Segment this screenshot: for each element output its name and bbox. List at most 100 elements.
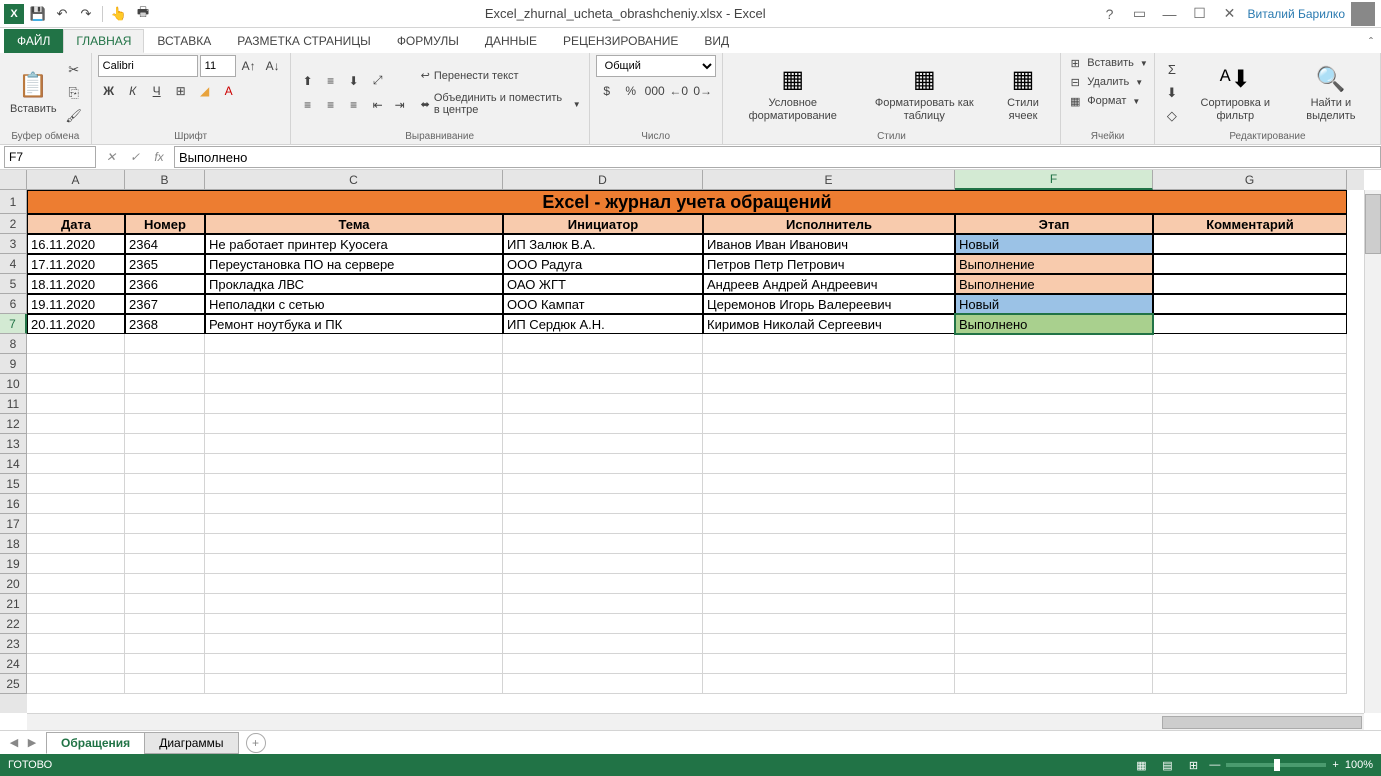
empty-cell[interactable] bbox=[27, 674, 125, 694]
empty-cell[interactable] bbox=[955, 454, 1153, 474]
empty-cell[interactable] bbox=[125, 574, 205, 594]
data-cell[interactable]: ИП Залюк В.А. bbox=[503, 234, 703, 254]
header-cell[interactable]: Номер bbox=[125, 214, 205, 234]
col-header-E[interactable]: E bbox=[703, 170, 955, 190]
empty-cell[interactable] bbox=[205, 354, 503, 374]
empty-cell[interactable] bbox=[503, 354, 703, 374]
empty-cell[interactable] bbox=[125, 594, 205, 614]
decrease-font-icon[interactable]: A↓ bbox=[262, 55, 284, 77]
page-break-icon[interactable]: ⊞ bbox=[1183, 757, 1203, 773]
empty-cell[interactable] bbox=[125, 614, 205, 634]
underline-button[interactable]: Ч bbox=[146, 80, 168, 102]
empty-cell[interactable] bbox=[503, 574, 703, 594]
empty-cell[interactable] bbox=[125, 674, 205, 694]
empty-cell[interactable] bbox=[205, 534, 503, 554]
fill-icon[interactable]: ⬇ bbox=[1161, 82, 1183, 104]
empty-cell[interactable] bbox=[205, 574, 503, 594]
empty-cell[interactable] bbox=[503, 554, 703, 574]
data-cell[interactable]: Ремонт ноутбука и ПК bbox=[205, 314, 503, 334]
empty-cell[interactable] bbox=[125, 514, 205, 534]
empty-cell[interactable] bbox=[27, 514, 125, 534]
row-header-17[interactable]: 17 bbox=[0, 514, 27, 534]
empty-cell[interactable] bbox=[955, 394, 1153, 414]
maximize-icon[interactable]: ☐ bbox=[1188, 2, 1212, 26]
delete-cells-button[interactable]: ⊟Удалить▼ bbox=[1067, 74, 1143, 90]
data-cell[interactable]: ООО Кампат bbox=[503, 294, 703, 314]
empty-cell[interactable] bbox=[703, 534, 955, 554]
row-header-9[interactable]: 9 bbox=[0, 354, 27, 374]
row-header-24[interactable]: 24 bbox=[0, 654, 27, 674]
align-right-icon[interactable]: ≡ bbox=[343, 94, 365, 116]
empty-cell[interactable] bbox=[1153, 394, 1347, 414]
empty-cell[interactable] bbox=[125, 454, 205, 474]
row-header-22[interactable]: 22 bbox=[0, 614, 27, 634]
empty-cell[interactable] bbox=[1153, 334, 1347, 354]
empty-cell[interactable] bbox=[27, 574, 125, 594]
empty-cell[interactable] bbox=[205, 374, 503, 394]
align-center-icon[interactable]: ≡ bbox=[320, 94, 342, 116]
data-cell[interactable]: 2364 bbox=[125, 234, 205, 254]
empty-cell[interactable] bbox=[205, 434, 503, 454]
empty-cell[interactable] bbox=[503, 394, 703, 414]
empty-cell[interactable] bbox=[955, 474, 1153, 494]
empty-cell[interactable] bbox=[503, 654, 703, 674]
empty-cell[interactable] bbox=[955, 374, 1153, 394]
empty-cell[interactable] bbox=[125, 654, 205, 674]
empty-cell[interactable] bbox=[1153, 494, 1347, 514]
row-header-14[interactable]: 14 bbox=[0, 454, 27, 474]
data-cell[interactable] bbox=[1153, 234, 1347, 254]
data-cell[interactable]: Не работает принтер Kyocera bbox=[205, 234, 503, 254]
empty-cell[interactable] bbox=[205, 494, 503, 514]
empty-cell[interactable] bbox=[503, 434, 703, 454]
empty-cell[interactable] bbox=[955, 514, 1153, 534]
empty-cell[interactable] bbox=[955, 554, 1153, 574]
empty-cell[interactable] bbox=[1153, 414, 1347, 434]
row-header-19[interactable]: 19 bbox=[0, 554, 27, 574]
empty-cell[interactable] bbox=[27, 634, 125, 654]
empty-cell[interactable] bbox=[955, 654, 1153, 674]
empty-cell[interactable] bbox=[955, 534, 1153, 554]
col-header-C[interactable]: C bbox=[205, 170, 503, 190]
normal-view-icon[interactable]: ▦ bbox=[1131, 757, 1151, 773]
empty-cell[interactable] bbox=[205, 454, 503, 474]
empty-cell[interactable] bbox=[955, 674, 1153, 694]
data-cell[interactable]: 20.11.2020 bbox=[27, 314, 125, 334]
empty-cell[interactable] bbox=[27, 354, 125, 374]
empty-cell[interactable] bbox=[205, 634, 503, 654]
data-cell[interactable]: Выполнено bbox=[955, 314, 1153, 334]
undo-icon[interactable]: ↶ bbox=[52, 4, 72, 24]
data-cell[interactable]: 2366 bbox=[125, 274, 205, 294]
empty-cell[interactable] bbox=[125, 394, 205, 414]
find-select-button[interactable]: 🔍 Найти и выделить bbox=[1288, 61, 1374, 123]
empty-cell[interactable] bbox=[125, 634, 205, 654]
empty-cell[interactable] bbox=[703, 494, 955, 514]
empty-cell[interactable] bbox=[703, 354, 955, 374]
empty-cell[interactable] bbox=[27, 554, 125, 574]
row-header-25[interactable]: 25 bbox=[0, 674, 27, 694]
empty-cell[interactable] bbox=[125, 354, 205, 374]
close-icon[interactable]: ✕ bbox=[1218, 2, 1242, 26]
empty-cell[interactable] bbox=[503, 414, 703, 434]
empty-cell[interactable] bbox=[205, 614, 503, 634]
align-bottom-icon[interactable]: ⬇ bbox=[343, 70, 365, 92]
empty-cell[interactable] bbox=[27, 394, 125, 414]
data-cell[interactable]: 2367 bbox=[125, 294, 205, 314]
decrease-decimal-icon[interactable]: 0→ bbox=[692, 80, 714, 102]
data-cell[interactable]: 19.11.2020 bbox=[27, 294, 125, 314]
data-cell[interactable]: Переустановка ПО на сервере bbox=[205, 254, 503, 274]
merge-center-button[interactable]: ⬌ Объединить и поместить в центре ▼ bbox=[419, 90, 583, 118]
format-painter-icon[interactable]: 🖌 bbox=[63, 105, 85, 127]
zoom-slider[interactable] bbox=[1226, 763, 1326, 767]
sheet-tab-current[interactable]: Обращения bbox=[46, 732, 145, 754]
format-table-button[interactable]: ▦ Форматировать как таблицу bbox=[859, 61, 990, 123]
data-cell[interactable]: Прокладка ЛВС bbox=[205, 274, 503, 294]
empty-cell[interactable] bbox=[703, 594, 955, 614]
empty-cell[interactable] bbox=[27, 474, 125, 494]
data-cell[interactable]: ООО Радуга bbox=[503, 254, 703, 274]
orientation-icon[interactable]: ⤢ bbox=[367, 70, 389, 92]
fill-color-icon[interactable]: ◢ bbox=[194, 80, 216, 102]
row-header-15[interactable]: 15 bbox=[0, 474, 27, 494]
sheet-nav-next-icon[interactable]: ▶ bbox=[24, 735, 40, 751]
sheet-tab-other[interactable]: Диаграммы bbox=[144, 732, 238, 754]
quick-print-icon[interactable]: 🖶 bbox=[133, 4, 153, 24]
